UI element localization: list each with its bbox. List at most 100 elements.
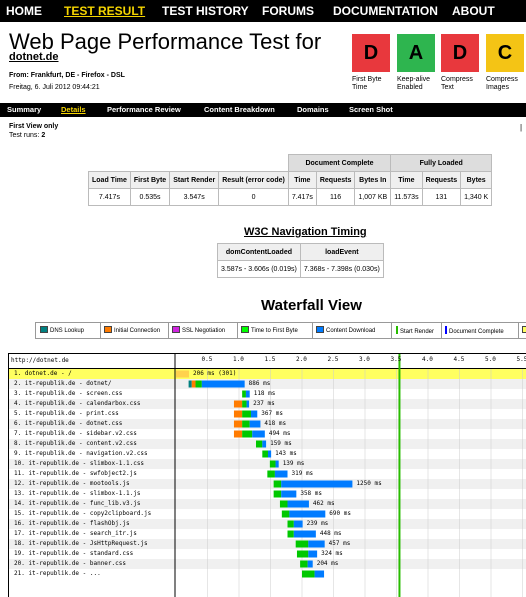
waterfall-row-label[interactable]: 20. it-republik.de - banner.css [14, 559, 126, 569]
legend-divider [441, 323, 442, 338]
tick-label: 1.5 [264, 356, 276, 363]
waterfall-row-label[interactable]: 11. it-republik.de - swfobject2.js [14, 469, 137, 479]
tick-label: 5.5 [516, 356, 526, 363]
grade-first-byte-time[interactable]: D [352, 34, 390, 72]
bar-ttfb [242, 400, 247, 408]
bar-connect [191, 380, 196, 388]
waterfall-row-label[interactable]: 2. it-republik.de - dotnet/ [14, 379, 112, 389]
bar-ttfb [273, 480, 282, 488]
col-fl-time: Time [390, 171, 423, 189]
legend-swatch [396, 326, 398, 334]
waterfall-row-timing: 1250 ms [356, 480, 382, 487]
subnav-performance-review[interactable]: Performance Review [107, 105, 181, 114]
grade-compress-text[interactable]: D [441, 34, 479, 72]
w3c-title: W3C Navigation Timing [244, 226, 367, 238]
bar-ttfb [281, 510, 290, 518]
top-nav: HOME TEST RESULT TEST HISTORY FORUMS DOC… [0, 0, 526, 22]
col-fl-bytes: Bytes [460, 171, 493, 189]
legend-item: Time to First Byte [241, 326, 298, 336]
waterfall-row-label[interactable]: 15. it-republik.de - copy2clipboard.js [14, 509, 151, 519]
nav-test-history[interactable]: TEST HISTORY [162, 4, 249, 18]
waterfall-row-label[interactable]: 5. it-republik.de - print.css [14, 409, 119, 419]
waterfall-row-label[interactable]: 1. dotnet.de - / [14, 369, 72, 379]
nav-test-result[interactable]: TEST RESULT [64, 4, 145, 18]
legend-divider [237, 323, 238, 338]
bar-download [293, 520, 303, 528]
cell: 3.547s [169, 188, 220, 206]
grade-label: Compress Images [486, 76, 518, 91]
bar-ttfb [242, 390, 246, 398]
col-load-event: loadEvent [299, 243, 384, 261]
waterfall-row-label[interactable]: 14. it-republik.de - func_lib.v3.js [14, 499, 140, 509]
waterfall-row-label[interactable]: 4. it-republik.de - calendarbox.css [14, 399, 140, 409]
col-start-render: Start Render [169, 171, 220, 189]
bar-download [267, 450, 272, 458]
test-date: Freitag, 6. Juli 2012 09:44:21 [9, 84, 100, 91]
w3c-table: domContentLoaded loadEvent 3.587s - 3.60… [217, 243, 384, 278]
test-runs: Test runs: 2 [9, 132, 46, 139]
bar-ttfb [267, 470, 275, 478]
subnav-domains[interactable]: Domains [297, 105, 329, 114]
legend-divider [312, 323, 313, 338]
subnav-details[interactable]: Details [61, 105, 86, 114]
waterfall-row-timing: 418 ms [264, 420, 287, 427]
waterfall-row-label[interactable]: 21. it-republik.de - ... [14, 569, 101, 579]
tested-url-link[interactable]: dotnet.de [9, 51, 59, 63]
nav-documentation[interactable]: DOCUMENTATION [333, 4, 438, 18]
dom-content-loaded-value: 3.587s - 3.606s (0.019s) [217, 260, 301, 278]
subnav-screen-shot[interactable]: Screen Shot [349, 105, 393, 114]
bar-download [275, 460, 279, 468]
tick-label: 2.5 [327, 356, 339, 363]
cell: 0.535s [129, 188, 171, 206]
waterfall-row-label[interactable]: 19. it-republik.de - standard.css [14, 549, 133, 559]
bar-ttfb [269, 460, 276, 468]
cell: 7.417s [88, 188, 131, 206]
waterfall-row-label[interactable]: 6. it-republik.de - dotnet.css [14, 419, 122, 429]
waterfall-row-timing: 139 ms [282, 460, 305, 467]
bar-ttfb [287, 520, 294, 528]
col-dom-content-loaded: domContentLoaded [217, 243, 301, 261]
bar-download [289, 510, 326, 518]
summary-header-row: Load Time First Byte Start Render Result… [88, 171, 493, 189]
bar-ttfb [287, 530, 294, 538]
sub-nav: Summary Details Performance Review Conte… [0, 103, 526, 117]
legend-divider [391, 323, 392, 338]
waterfall-row-label[interactable]: 7. it-republik.de - sidebar.v2.css [14, 429, 137, 439]
nav-home[interactable]: HOME [6, 4, 42, 18]
waterfall-row-label[interactable]: 17. it-republik.de - search_itr.js [14, 529, 137, 539]
waterfall-row-label[interactable]: 12. it-republik.de - mootools.js [14, 479, 130, 489]
bar-download [252, 430, 265, 438]
cell: 1,007 KB [354, 188, 392, 206]
bar-ttfb [242, 430, 253, 438]
tick-label: 4.5 [453, 356, 465, 363]
waterfall-row-label[interactable]: 3. it-republik.de - screen.css [14, 389, 122, 399]
waterfall-row-timing: 358 ms [300, 490, 323, 497]
bar-ttfb [242, 410, 251, 418]
nav-forums[interactable]: FORUMS [262, 4, 314, 18]
grade-keep-alive-enabled[interactable]: A [397, 34, 435, 72]
cell: 131 [421, 188, 462, 206]
grade-compress-images[interactable]: C [486, 34, 524, 72]
bar-ttfb [302, 570, 315, 578]
waterfall-row-label[interactable]: 10. it-republik.de - slimbox-1.1.css [14, 459, 144, 469]
bar-download [249, 420, 261, 428]
bar-download [314, 570, 325, 578]
bar-download [281, 490, 297, 498]
waterfall-row-label[interactable]: 8. it-republik.de - content.v2.css [14, 439, 137, 449]
nav-about[interactable]: ABOUT [452, 4, 495, 18]
waterfall-row-label[interactable]: 16. it-republik.de - flashObj.js [14, 519, 130, 529]
subnav-summary[interactable]: Summary [7, 105, 41, 114]
col-result: Result (error code) [218, 171, 289, 189]
waterfall-row-label[interactable]: 13. it-republik.de - slimbox-1.1.js [14, 489, 140, 499]
waterfall-row-label[interactable]: 9. it-republik.de - navigation.v2.css [14, 449, 148, 459]
bar-download [246, 400, 250, 408]
edge-marker: | [520, 123, 523, 132]
legend-label: SSL Negotiation [182, 328, 226, 334]
cell: 7.417s [287, 188, 317, 206]
waterfall-row-label[interactable]: 18. it-republik.de - JsHttpRequest.js [14, 539, 148, 549]
summary-table: Document Complete Fully Loaded Load Time… [88, 154, 493, 206]
subnav-content-breakdown[interactable]: Content Breakdown [204, 105, 275, 114]
test-location: From: Frankfurt, DE - Firefox - DSL [9, 72, 125, 79]
doc-complete-header: Document Complete [287, 154, 392, 172]
fully-loaded-header: Fully Loaded [390, 154, 493, 172]
